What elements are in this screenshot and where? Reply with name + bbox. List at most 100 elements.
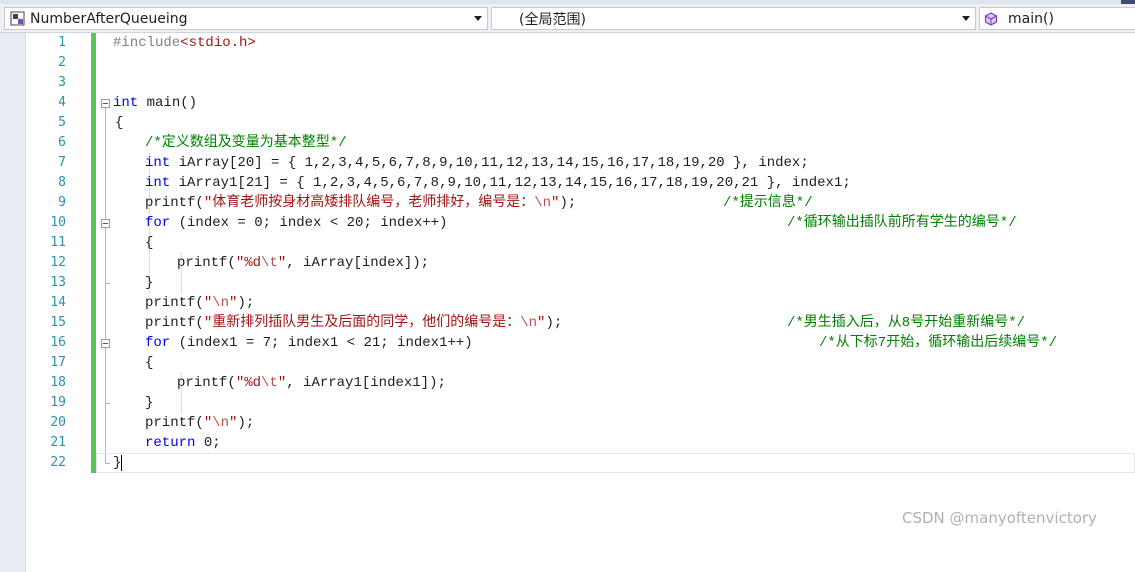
string-literal: " — [277, 255, 287, 271]
project-dropdown[interactable]: NumberAfterQueueing — [4, 7, 488, 30]
line-number: 13 — [50, 275, 66, 290]
change-tracking-bar — [91, 33, 96, 473]
code-text: (index1 = 7; index1 < 21; index1++) — [170, 335, 473, 351]
code-line[interactable]: /*从下标7开始，循环输出后续编号*/ — [819, 333, 1057, 353]
code-line[interactable]: for (index1 = 7; index1 < 21; index1++) — [145, 333, 473, 353]
code-text: ); — [545, 315, 563, 331]
line-number: 22 — [50, 455, 66, 470]
code-line[interactable]: { — [145, 233, 153, 253]
code-line[interactable]: int main() — [113, 93, 197, 113]
scope-name: (全局范围) — [519, 11, 586, 28]
code-line[interactable]: } — [145, 393, 153, 413]
code-line[interactable]: #include<stdio.h> — [113, 33, 256, 53]
keyword: for — [145, 335, 171, 351]
code-line[interactable]: } — [145, 273, 153, 293]
code-text: printf( — [145, 415, 204, 431]
code-text: printf( — [177, 375, 236, 391]
string-literal: "重新排列插队男生及后面的同学，他们的编号是： — [203, 315, 521, 331]
keyword: int — [145, 175, 171, 191]
code-text: printf( — [145, 195, 204, 211]
code-text: { — [115, 115, 124, 131]
comment: /*定义数组及变量为基本整型*/ — [145, 135, 347, 151]
code-text: , iArray1[index1]); — [286, 375, 446, 391]
code-line[interactable]: printf("\n"); — [145, 293, 254, 313]
string-literal: " — [203, 415, 213, 431]
code-line[interactable]: /*定义数组及变量为基本整型*/ — [145, 133, 347, 153]
code-line[interactable]: int iArray1[21] = { 1,2,3,4,5,6,7,8,9,10… — [145, 173, 851, 193]
code-text: , iArray[index]); — [286, 255, 430, 271]
code-line[interactable]: { — [115, 113, 123, 133]
line-number: 10 — [50, 215, 66, 230]
code-line[interactable]: int iArray[20] = { 1,2,3,4,5,6,7,8,9,10,… — [145, 153, 809, 173]
code-text: } — [145, 275, 154, 291]
line-number: 2 — [58, 55, 66, 70]
navigation-bar: NumberAfterQueueing (全局范围) main() — [0, 4, 1135, 33]
escape-sequence: \n — [534, 195, 552, 211]
member-name: main() — [1008, 10, 1054, 27]
scope-dropdown[interactable]: (全局范围) — [491, 7, 976, 30]
line-number: 18 — [50, 375, 66, 390]
keyword: return — [145, 435, 196, 451]
line-number: 11 — [50, 235, 66, 250]
code-line[interactable]: for (index = 0; index < 20; index++) — [145, 213, 447, 233]
project-icon — [10, 11, 25, 26]
escape-sequence: \n — [520, 315, 538, 331]
escape-sequence: \t — [261, 375, 278, 391]
chevron-down-icon[interactable] — [474, 16, 482, 21]
keyword: int — [113, 95, 139, 111]
comment: /*循环输出插队前所有学生的编号*/ — [787, 215, 1017, 231]
code-line[interactable]: { — [145, 353, 153, 373]
line-number: 8 — [58, 175, 66, 190]
string-literal: " — [203, 295, 213, 311]
code-line[interactable]: /*提示信息*/ — [723, 193, 813, 213]
collapse-icon[interactable] — [101, 99, 110, 108]
current-line-highlight — [96, 453, 1135, 473]
comment: /*提示信息*/ — [723, 195, 813, 211]
code-line[interactable]: /*循环输出插队前所有学生的编号*/ — [787, 213, 1017, 233]
string-literal: "%d — [235, 375, 262, 391]
line-number: 12 — [50, 255, 66, 270]
line-number: 6 — [58, 135, 66, 150]
line-number: 14 — [50, 295, 66, 310]
line-number: 4 — [58, 95, 66, 110]
escape-sequence: \n — [212, 295, 230, 311]
line-number: 21 — [50, 435, 66, 450]
code-text: { — [145, 355, 154, 371]
code-text: main() — [138, 95, 198, 111]
code-line[interactable]: return 0; — [145, 433, 221, 453]
code-line[interactable]: printf("\n"); — [145, 413, 254, 433]
collapse-icon[interactable] — [101, 339, 110, 348]
collapse-icon[interactable] — [101, 219, 110, 228]
line-number: 20 — [50, 415, 66, 430]
string-literal: "体育老师按身材高矮排队编号，老师排好，编号是： — [203, 195, 535, 211]
comment: /*从下标7开始，循环输出后续编号*/ — [819, 335, 1058, 351]
chevron-down-icon[interactable] — [962, 16, 970, 21]
code-text: (index = 0; index < 20; index++) — [170, 215, 448, 231]
keyword: for — [145, 215, 171, 231]
code-line[interactable]: /*男生插入后，从8号开始重新编号*/ — [787, 313, 1025, 333]
member-dropdown[interactable]: main() — [979, 7, 1135, 30]
outline-end — [105, 283, 110, 284]
watermark: CSDN @manyoftenvictory — [902, 509, 1097, 527]
code-editor[interactable]: 1 2 3 4 5 6 7 8 9 10 11 12 13 14 15 16 1… — [0, 33, 1135, 572]
include-file: <stdio.h> — [180, 35, 256, 51]
outline-end — [105, 403, 110, 404]
preprocessor-directive: #include — [113, 35, 181, 51]
code-line[interactable]: printf("%d\t", iArray1[index1]); — [177, 373, 446, 393]
selection-margin — [0, 33, 26, 572]
escape-sequence: \t — [261, 255, 278, 271]
string-literal: " — [277, 375, 287, 391]
code-line[interactable]: printf("体育老师按身材高矮排队编号，老师排好，编号是：\n"); — [145, 193, 576, 213]
code-line[interactable]: printf("重新排列插队男生及后面的同学，他们的编号是：\n"); — [145, 313, 562, 333]
escape-sequence: \n — [212, 415, 230, 431]
code-line[interactable]: printf("%d\t", iArray[index]); — [177, 253, 429, 273]
line-number: 15 — [50, 315, 66, 330]
line-number: 1 — [58, 35, 66, 50]
line-number: 16 — [50, 335, 66, 350]
code-text: printf( — [145, 315, 204, 331]
outline-line — [105, 108, 106, 463]
method-icon — [984, 11, 998, 26]
code-text: printf( — [177, 255, 236, 271]
code-text: iArray[20] = { 1,2,3,4,5,6,7,8,9,10,11,1… — [170, 155, 809, 171]
line-number: 3 — [58, 75, 66, 90]
